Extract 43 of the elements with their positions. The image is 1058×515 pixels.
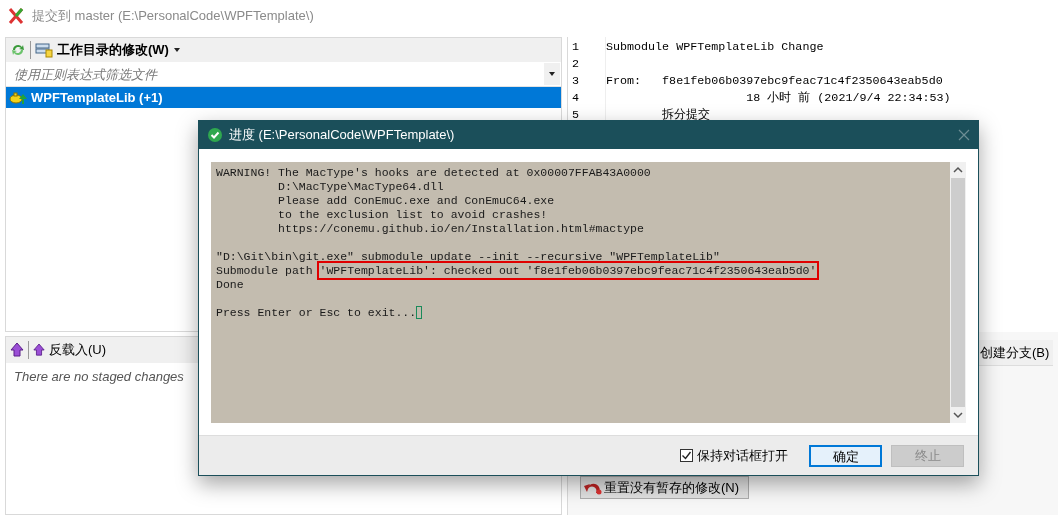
reset-button[interactable]: 重置没有暂存的修改(N) — [580, 476, 749, 499]
empty-message: There are no staged changes — [13, 368, 185, 386]
console-line: D:\MacType\MacType64.dll — [277, 180, 444, 193]
file-list-item[interactable]: WPFTemplateLib (+1) — [6, 87, 561, 108]
up-arrow-icon[interactable] — [10, 342, 24, 358]
dialog-title: 进度 (E:\PersonalCode\WPFTemplate\) — [229, 126, 455, 145]
console-line: Please add ConEmuC.exe and ConEmuC64.exe — [277, 194, 555, 207]
scroll-thumb[interactable] — [951, 178, 965, 407]
console-line: Press Enter or Esc to exit... — [216, 306, 417, 319]
close-icon[interactable] — [958, 129, 970, 141]
folder-files-icon — [35, 42, 53, 58]
dialog-button[interactable]: 确定 — [809, 444, 882, 467]
console-line: Done — [216, 278, 244, 291]
dropdown-caret-icon[interactable] — [172, 47, 181, 53]
refresh-icon[interactable] — [10, 42, 26, 58]
console-line: Submodule path — [216, 264, 314, 277]
scrollbar[interactable] — [950, 162, 966, 423]
console-line: WARNING! The MacType's hooks are detected at 0x00007FFAB43A0000 — [216, 166, 651, 179]
app-icon — [8, 7, 24, 25]
checkbox[interactable] — [680, 449, 693, 462]
code-line: 拆分提交 — [661, 108, 711, 122]
text-cursor — [416, 306, 423, 320]
code-line: Submodule WPFTemplateLib Change — [606, 40, 824, 54]
create-branch-button[interactable]: 创建分支(B) — [978, 340, 1054, 366]
console-line: "D:\Git\bin\git.exe" submodule update --init --recursive "WPFTemplateLib" — [216, 250, 720, 263]
line-number: 1 — [572, 39, 580, 56]
filter-field[interactable]: 使用正则表达式筛选文件 — [6, 62, 544, 86]
line-number: 4 — [572, 90, 580, 107]
highlighted-text: 'WPFTemplateLib': checked out 'f8e1feb06b0397ebc9feac71c4f2350643eab5d0' — [319, 264, 817, 277]
line-number: 5 — [572, 107, 580, 124]
console-line: https://conemu.github.io/en/Installation.html#mactype — [277, 222, 644, 235]
line-number: 2 — [572, 56, 580, 73]
line-number: 3 — [572, 73, 580, 90]
checkbox-label: 保持对话框打开 — [697, 446, 788, 465]
code-line: From: f8e1feb06b0397ebc9feac71c4f2350643eab5d0 — [606, 74, 943, 88]
code-line: 18 小时 前 (2021/9/4 22:34:53) — [745, 91, 951, 105]
unstage-button[interactable]: 反载入(U) — [33, 340, 107, 360]
check-circle-icon — [207, 127, 223, 143]
dropdown-caret-icon[interactable] — [548, 71, 556, 77]
window-title: 提交到 master (E:\PersonalCode\WPFTemplate\) — [32, 7, 314, 26]
console-line: to the exclusion list to avoid crashes! — [277, 208, 548, 221]
up-arrow-icon — [33, 343, 45, 357]
working-dir-button[interactable]: 工作目录的修改(W) — [35, 40, 169, 60]
